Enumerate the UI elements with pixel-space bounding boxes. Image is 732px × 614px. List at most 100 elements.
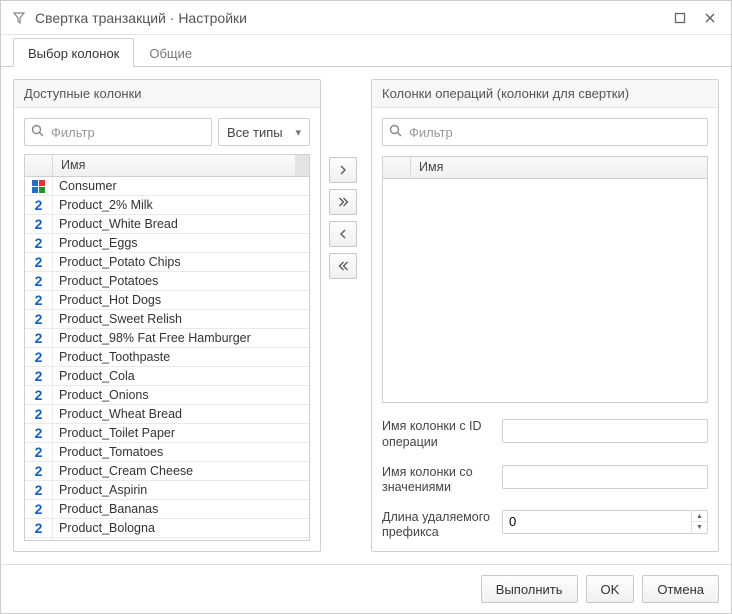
execute-button[interactable]: Выполнить [481,575,578,603]
column-type-numeric-icon: 2 [25,367,53,385]
operation-filter-input[interactable] [382,118,708,146]
column-type-numeric-icon: 2 [25,253,53,271]
op-id-label: Имя колонки с ID операции [382,419,492,450]
table-row[interactable]: 2Product_Hot Dogs [25,291,309,310]
column-type-numeric-icon: 2 [25,196,53,214]
table-row[interactable]: 2Product_White Bread [25,215,309,234]
column-type-numeric-icon: 2 [25,443,53,461]
column-type-nominal-icon [25,177,53,195]
type-filter-select[interactable]: Все типы ▾ [218,118,310,146]
type-filter-label: Все типы [227,125,283,140]
move-all-left-button[interactable] [329,253,357,279]
values-col-input[interactable] [502,465,708,489]
table-row[interactable]: 2Product_Toilet Paper [25,424,309,443]
operation-columns-panel: Колонки операций (колонки для свертки) [371,79,719,552]
column-name: Product_Bologna [53,521,309,535]
column-name: Product_Wheat Bread [53,407,309,421]
app-icon [11,10,27,26]
table-row[interactable]: Consumer [25,177,309,196]
close-icon[interactable] [699,7,721,29]
prefix-len-input[interactable] [503,511,691,533]
maximize-icon[interactable] [669,7,691,29]
tab-general[interactable]: Общие [134,38,207,67]
prefix-len-label: Длина удаляемого префикса [382,510,492,541]
column-name: Product_Cola [53,369,309,383]
column-type-numeric-icon: 2 [25,462,53,480]
tab-bar: Выбор колонок Общие [1,35,731,67]
available-columns-table: Имя Consumer2Product_2% Milk2Product_Whi… [24,154,310,541]
chevron-down-icon: ▾ [295,126,301,139]
available-columns-header: Доступные колонки [14,80,320,108]
column-name: Product_2% Milk [53,198,309,212]
titlebar: Свертка транзакций · Настройки [1,1,731,35]
available-columns-body[interactable]: Consumer2Product_2% Milk2Product_White B… [25,177,309,540]
prefix-len-spinner[interactable]: ▲ ▼ [502,510,708,534]
column-name: Product_Toothpaste [53,350,309,364]
available-filter-input[interactable] [24,118,212,146]
column-name: Product_Hot Dogs [53,293,309,307]
op-id-input[interactable] [502,419,708,443]
table-row[interactable]: 2Product_Wheat Bread [25,405,309,424]
tab-columns[interactable]: Выбор колонок [13,38,134,67]
table-row[interactable]: 2 Product_Bologna [25,519,309,538]
column-type-numeric-icon: 2 [25,215,53,233]
table-row[interactable]: 2Product_Pepperoni Pizza - Frozen [25,538,309,540]
column-type-numeric-icon: 2 [25,348,53,366]
cancel-button[interactable]: Отмена [642,575,719,603]
column-type-numeric-icon: 2 [25,234,53,252]
operation-columns-table: Имя [382,156,708,403]
table-row[interactable]: 2Product_Cream Cheese [25,462,309,481]
table-row[interactable]: 2Product_Onions [25,386,309,405]
column-name: Consumer [53,179,309,193]
table-header: Имя [383,157,707,179]
window-title: Свертка транзакций · Настройки [35,10,661,26]
column-header-name[interactable]: Имя [53,155,295,176]
move-right-button[interactable] [329,157,357,183]
column-type-numeric-icon: 2 [25,538,53,540]
dialog-body: Доступные колонки Все типы ▾ [1,67,731,564]
column-type-numeric-icon: 2 [25,405,53,423]
column-type-numeric-icon: 2 [25,386,53,404]
table-row[interactable]: 2Product_Sweet Relish [25,310,309,329]
column-type-numeric-icon: 2 [25,329,53,347]
spinner-down-icon[interactable]: ▼ [692,522,707,533]
table-row[interactable]: 2Product_Eggs [25,234,309,253]
column-name: Product_Potatoes [53,274,309,288]
table-row[interactable]: 2Product_2% Milk [25,196,309,215]
operation-columns-body[interactable] [383,179,707,402]
move-all-right-button[interactable] [329,189,357,215]
column-type-numeric-icon: 2 [25,500,53,518]
table-row[interactable]: 2Product_98% Fat Free Hamburger [25,329,309,348]
move-buttons [329,79,363,552]
table-row[interactable]: 2Product_Bananas [25,500,309,519]
table-row[interactable]: 2Product_Aspirin [25,481,309,500]
available-columns-panel: Доступные колонки Все типы ▾ [13,79,321,552]
column-type-numeric-icon: 2 [25,519,53,537]
column-name: Product_White Bread [53,217,309,231]
table-row[interactable]: 2Product_Toothpaste [25,348,309,367]
column-name: Product_Potato Chips [53,255,309,269]
column-type-numeric-icon: 2 [25,424,53,442]
table-row[interactable]: 2Product_Tomatoes [25,443,309,462]
column-name: Product_Aspirin [53,483,309,497]
dialog-footer: Выполнить OK Отмена [1,564,731,613]
table-row[interactable]: 2Product_Cola [25,367,309,386]
spinner-up-icon[interactable]: ▲ [692,511,707,523]
column-name: Product_Sweet Relish [53,312,309,326]
column-name: Product_Bananas [53,502,309,516]
column-name: Product_98% Fat Free Hamburger [53,331,309,345]
table-row[interactable]: 2Product_Potato Chips [25,253,309,272]
column-name: Product_Cream Cheese [53,464,309,478]
table-header: Имя [25,155,309,177]
table-row[interactable]: 2Product_Potatoes [25,272,309,291]
column-name: Product_Toilet Paper [53,426,309,440]
move-left-button[interactable] [329,221,357,247]
ok-button[interactable]: OK [586,575,635,603]
values-col-label: Имя колонки со значениями [382,465,492,496]
column-type-numeric-icon: 2 [25,481,53,499]
column-header-name[interactable]: Имя [411,157,707,178]
column-name: Product_Eggs [53,236,309,250]
settings-form: Имя колонки с ID операции Имя колонки со… [382,413,708,541]
column-type-numeric-icon: 2 [25,272,53,290]
column-name: Product_Tomatoes [53,445,309,459]
